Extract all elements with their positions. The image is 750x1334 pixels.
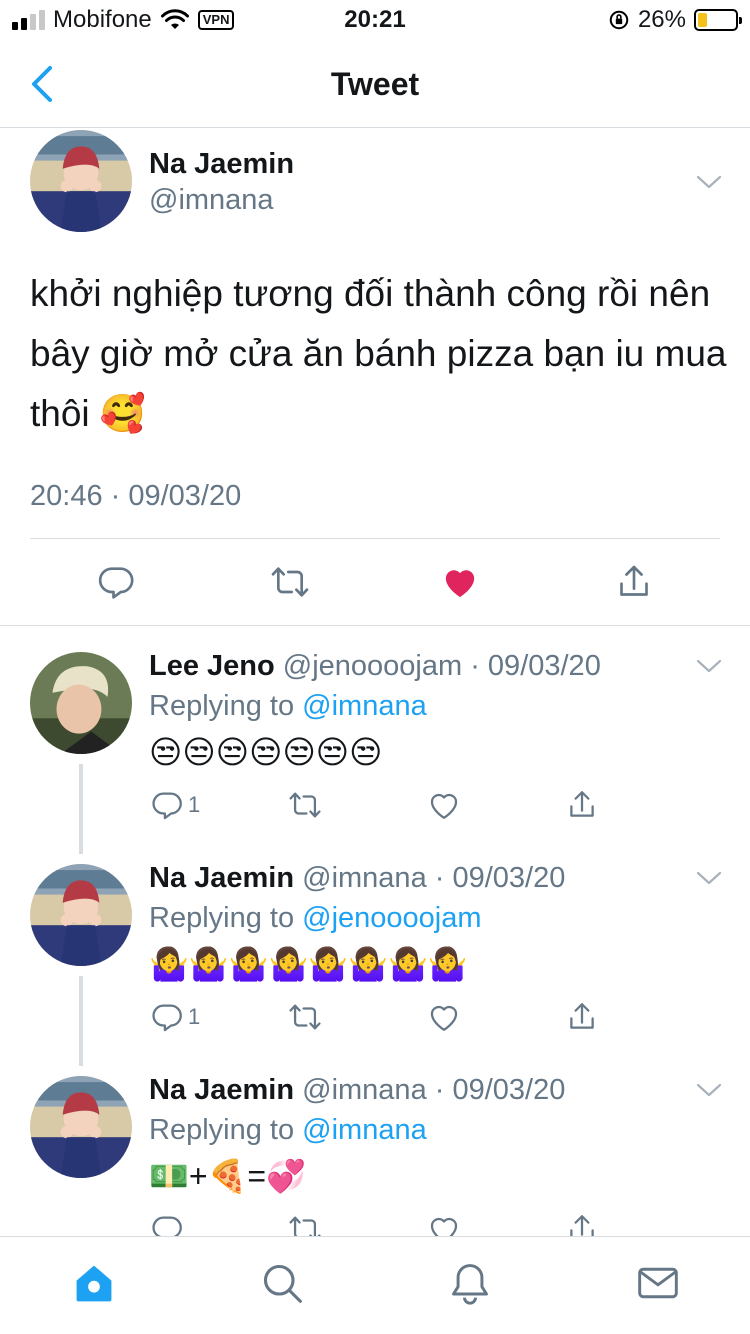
chevron-down-icon[interactable] xyxy=(696,1082,722,1098)
comment-icon[interactable] xyxy=(96,562,136,602)
retweet-icon xyxy=(288,788,322,822)
reply-button[interactable]: 1 xyxy=(150,1000,200,1034)
reply-text: 🤷‍♀️🤷‍♀️🤷‍♀️🤷‍♀️🤷‍♀️🤷‍♀️🤷‍♀️🤷‍♀️ xyxy=(149,946,468,982)
reply-handle: @jenoooojam · 09/03/20 xyxy=(282,650,601,682)
reply-handle: @imnana · 09/03/20 xyxy=(302,862,566,894)
chevron-down-icon[interactable] xyxy=(696,870,722,886)
comment-icon xyxy=(150,1000,184,1034)
reply-count: 1 xyxy=(188,1004,201,1029)
reply-tweet[interactable]: Lee Jeno @jenoooojam · 09/03/20 Replying… xyxy=(0,628,750,854)
main-tweet: Na Jaemin @imnana khởi nghiệp tương đối … xyxy=(0,128,750,626)
author-name[interactable]: Na Jaemin xyxy=(149,148,294,181)
divider xyxy=(30,538,720,539)
battery-icon xyxy=(694,9,742,31)
replying-to: Replying to @imnana xyxy=(149,690,427,722)
retweet-icon[interactable] xyxy=(270,562,310,602)
replying-to: Replying to @jenoooojam xyxy=(149,902,482,934)
nav-bar: Tweet xyxy=(0,40,750,128)
heart-icon[interactable] xyxy=(440,562,480,602)
reply-count: 1 xyxy=(188,792,201,817)
heart-icon xyxy=(427,1000,461,1034)
tweet-text: khởi nghiệp tương đối thành công rồi nên… xyxy=(30,273,727,434)
bell-icon[interactable] xyxy=(448,1261,492,1305)
like-button[interactable] xyxy=(427,788,461,822)
reply-tweet[interactable]: Na Jaemin @imnana · 09/03/20 Replying to… xyxy=(0,840,750,1066)
status-bar: Mobifone VPN 20:21 26% xyxy=(0,0,750,40)
tweet-timestamp: 20:46 · 09/03/20 xyxy=(30,480,242,512)
replying-to-link[interactable]: @imnana xyxy=(302,690,427,722)
reply-tweet[interactable]: Na Jaemin @imnana · 09/03/20 Replying to… xyxy=(0,1052,750,1264)
reply-author-name[interactable]: Na Jaemin xyxy=(149,862,294,894)
reply-text: 😒😒😒😒😒😒😒 xyxy=(149,734,383,770)
mail-icon[interactable] xyxy=(636,1261,680,1305)
tab-bar xyxy=(0,1236,750,1334)
avatar[interactable] xyxy=(30,1076,132,1178)
battery-percent: 26% xyxy=(637,6,686,33)
share-icon xyxy=(565,788,599,822)
retweet-button[interactable] xyxy=(288,1000,322,1034)
comment-icon xyxy=(150,788,184,822)
orientation-lock-icon xyxy=(609,10,629,30)
home-icon[interactable] xyxy=(72,1261,116,1305)
retweet-button[interactable] xyxy=(288,788,322,822)
replying-to-link[interactable]: @jenoooojam xyxy=(302,902,481,934)
share-icon[interactable] xyxy=(614,562,654,602)
retweet-icon xyxy=(288,1000,322,1034)
search-icon[interactable] xyxy=(260,1261,304,1305)
avatar[interactable] xyxy=(30,652,132,754)
share-icon xyxy=(565,1000,599,1034)
share-button[interactable] xyxy=(565,1000,599,1034)
like-button[interactable] xyxy=(427,1000,461,1034)
author-handle: @imnana xyxy=(149,184,274,216)
share-button[interactable] xyxy=(565,788,599,822)
reply-button[interactable]: 1 xyxy=(150,788,200,822)
chevron-down-icon[interactable] xyxy=(696,658,722,674)
page-title: Tweet xyxy=(330,66,420,102)
avatar[interactable] xyxy=(30,130,132,232)
reply-author-name[interactable]: Na Jaemin xyxy=(149,1074,294,1106)
replying-to-link[interactable]: @imnana xyxy=(302,1114,427,1146)
chevron-down-icon[interactable] xyxy=(696,174,722,190)
replying-to: Replying to @imnana xyxy=(149,1114,427,1146)
reply-author-name[interactable]: Lee Jeno xyxy=(149,650,275,682)
reply-text: 💵+🍕=💞 xyxy=(149,1158,306,1194)
avatar[interactable] xyxy=(30,864,132,966)
reply-handle: @imnana · 09/03/20 xyxy=(302,1074,566,1106)
heart-icon xyxy=(427,788,461,822)
